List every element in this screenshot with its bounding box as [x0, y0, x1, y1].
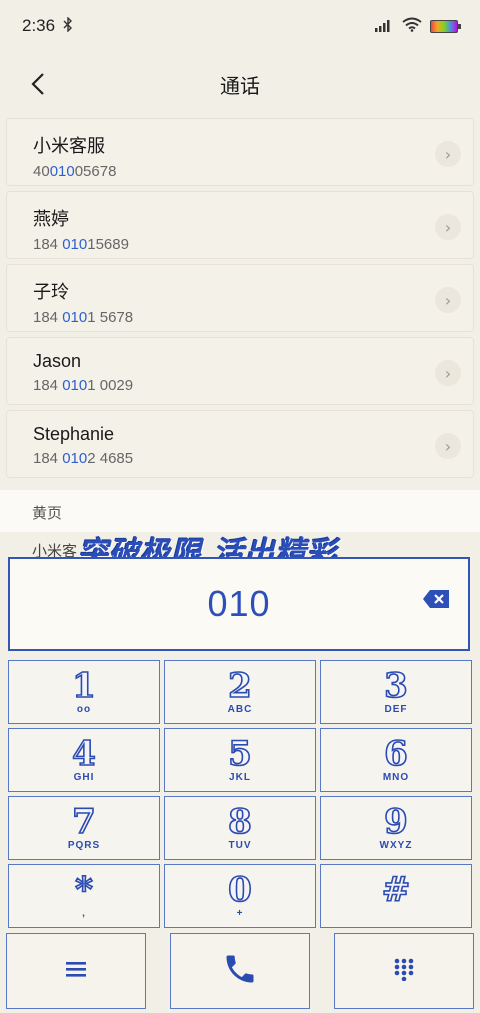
key-2[interactable]: 2 ABC: [164, 660, 316, 724]
chevron-right-icon[interactable]: ›: [435, 433, 461, 459]
chevron-right-icon[interactable]: ›: [435, 360, 461, 386]
contact-number: 4001005678: [33, 163, 117, 180]
status-time: 2:36: [22, 16, 56, 35]
chevron-right-icon[interactable]: ›: [435, 141, 461, 167]
call-button[interactable]: [170, 933, 310, 1009]
key-4[interactable]: 4 GHI: [8, 728, 160, 792]
dial-keypad: 1 oo 2 ABC 3 DEF 4 GHI 5 JKL 6 MNO 7 PQRS 8 TUV …: [8, 660, 472, 932]
menu-icon: [65, 960, 87, 982]
list-item[interactable]: 小米客服 4001005678 ›: [6, 118, 474, 186]
key-7[interactable]: 7 PQRS: [8, 796, 160, 860]
key-0[interactable]: 0 +: [164, 864, 316, 928]
chevron-right-icon[interactable]: ›: [435, 287, 461, 313]
dialer-actions: [6, 933, 474, 1009]
status-bar: 2:36: [0, 0, 480, 52]
key-9[interactable]: 9 WXYZ: [320, 796, 472, 860]
contact-number: 184 0102 4685: [33, 450, 134, 467]
yellow-pages-header: 黄页: [0, 490, 480, 532]
page-header: 通话: [0, 58, 480, 110]
page-title: 通话: [220, 73, 260, 98]
key-6[interactable]: 6 MNO: [320, 728, 472, 792]
contact-name: 子玲: [33, 282, 69, 302]
list-item[interactable]: 燕婷 184 01015689 ›: [6, 191, 474, 259]
chevron-right-icon[interactable]: ›: [435, 214, 461, 240]
key-hash[interactable]: #: [320, 864, 472, 928]
contact-number: 184 01015689: [33, 236, 129, 253]
dial-display: 010: [8, 557, 470, 651]
battery-icon: [430, 19, 461, 33]
phone-icon: [222, 951, 258, 991]
contact-list: 小米客服 4001005678 › 燕婷 184 01015689 › 子玲 1…: [6, 118, 474, 483]
list-item[interactable]: Jason 184 0101 0029 ›: [6, 337, 474, 405]
keypad-grid-icon: [393, 957, 415, 985]
contact-name: Stephanie: [33, 424, 115, 444]
list-item[interactable]: Stephanie 184 0102 4685 ›: [6, 410, 474, 478]
key-3[interactable]: 3 DEF: [320, 660, 472, 724]
backspace-icon[interactable]: [422, 589, 450, 609]
key-1[interactable]: 1 oo: [8, 660, 160, 724]
signal-icon: [374, 17, 394, 36]
list-item[interactable]: 子玲 184 0101 5678 ›: [6, 264, 474, 332]
menu-button[interactable]: [6, 933, 146, 1009]
contact-number: 184 0101 0029: [33, 377, 134, 394]
wifi-icon: [402, 17, 422, 36]
contact-number: 184 0101 5678: [33, 309, 134, 326]
keypad-toggle-button[interactable]: [334, 933, 474, 1009]
voicemail-icon: oo: [76, 704, 92, 715]
dial-input[interactable]: 010: [207, 583, 270, 625]
key-5[interactable]: 5 JKL: [164, 728, 316, 792]
contact-name: 燕婷: [33, 209, 69, 229]
contact-name: 小米客服: [33, 136, 105, 156]
bluetooth-icon: [63, 15, 73, 36]
key-8[interactable]: 8 TUV: [164, 796, 316, 860]
chevron-left-icon[interactable]: [26, 70, 52, 98]
key-star[interactable]: *,: [8, 864, 160, 928]
contact-name: Jason: [33, 351, 82, 371]
